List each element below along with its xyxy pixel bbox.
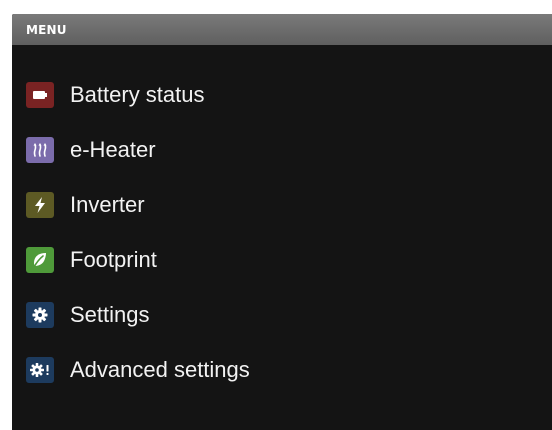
battery-icon bbox=[26, 82, 54, 108]
lightning-icon bbox=[26, 192, 54, 218]
menu-item-label: Advanced settings bbox=[70, 357, 250, 382]
menu-screen: MENU Battery status e-Heater Inverter Fo… bbox=[12, 14, 552, 430]
menu-item-battery-status[interactable]: Battery status bbox=[26, 80, 205, 110]
menu-item-footprint[interactable]: Footprint bbox=[26, 245, 157, 275]
menu-item-settings[interactable]: Settings bbox=[26, 300, 150, 330]
menu-item-advanced-settings[interactable]: Advanced settings bbox=[26, 355, 250, 385]
menu-title: MENU bbox=[26, 22, 67, 37]
menu-item-label: Battery status bbox=[70, 82, 205, 107]
menu-item-label: Footprint bbox=[70, 247, 157, 272]
menu-item-label: Settings bbox=[70, 302, 150, 327]
menu-item-label: Inverter bbox=[70, 192, 145, 217]
menu-header: MENU bbox=[12, 14, 552, 45]
menu-item-inverter[interactable]: Inverter bbox=[26, 190, 145, 220]
gear-exclamation-icon bbox=[26, 357, 54, 383]
menu-item-label: e-Heater bbox=[70, 137, 156, 162]
menu-item-e-heater[interactable]: e-Heater bbox=[26, 135, 156, 165]
gear-icon bbox=[26, 302, 54, 328]
heater-icon bbox=[26, 137, 54, 163]
leaf-icon bbox=[26, 247, 54, 273]
